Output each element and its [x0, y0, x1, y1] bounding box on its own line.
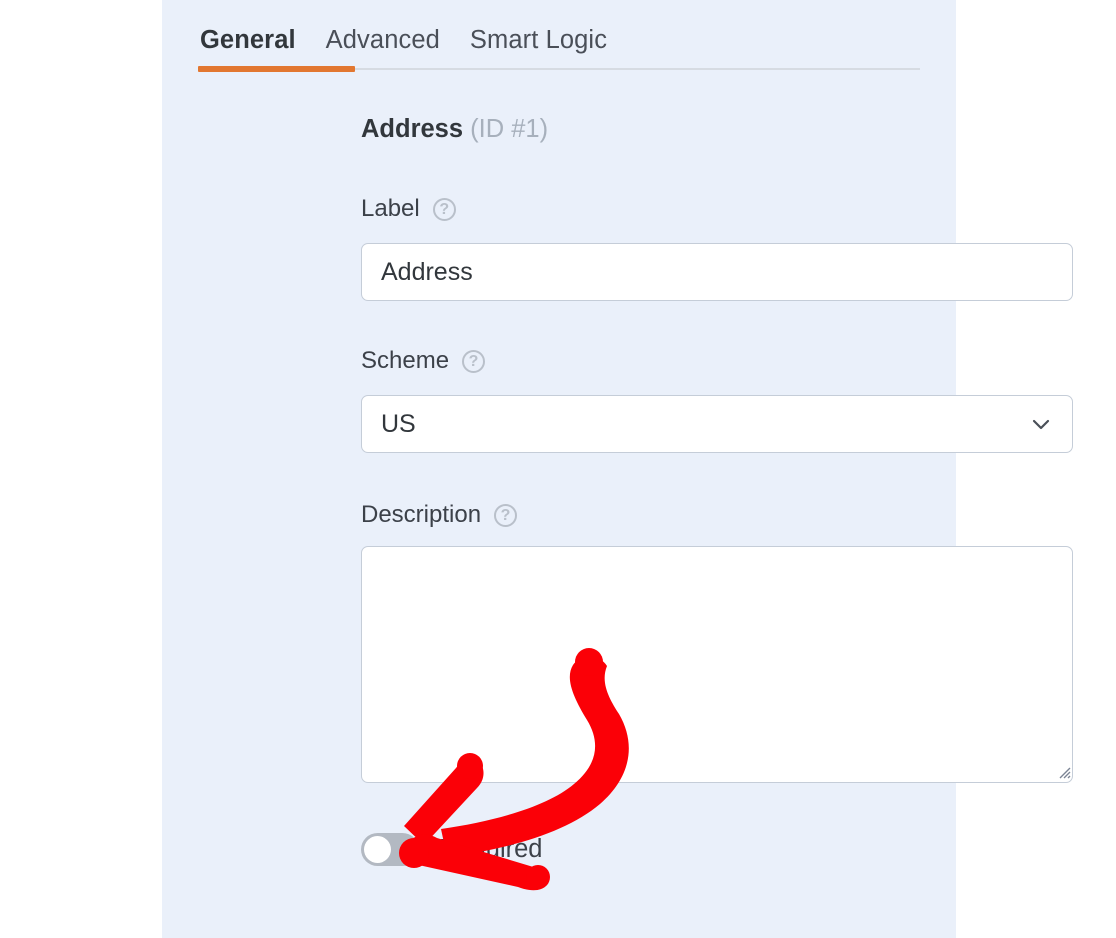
label-field-label-text: Label — [361, 195, 420, 222]
required-toggle-row: Required — [361, 833, 542, 866]
tab-active-indicator — [198, 66, 355, 72]
required-toggle[interactable] — [361, 833, 419, 866]
tab-smart-logic-label: Smart Logic — [469, 25, 608, 54]
help-icon[interactable]: ? — [494, 503, 518, 527]
scheme-field-label-text: Scheme — [361, 347, 450, 374]
help-icon[interactable]: ? — [462, 349, 486, 373]
required-toggle-label: Required — [439, 834, 543, 863]
tab-smart-logic[interactable]: Smart Logic — [469, 25, 608, 71]
chevron-down-icon — [1032, 419, 1050, 430]
field-options-panel: General Advanced Smart Logic Address (ID… — [162, 0, 1073, 938]
description-field-label-text: Description — [361, 501, 482, 528]
field-title-id: (ID #1) — [470, 115, 549, 143]
tab-general[interactable]: General — [200, 25, 296, 71]
help-icon[interactable]: ? — [432, 197, 456, 221]
field-title-name: Address — [361, 115, 464, 143]
tab-bar: General Advanced Smart Logic — [198, 0, 920, 70]
field-title: Address (ID #1) — [361, 115, 549, 143]
tab-advanced[interactable]: Advanced — [325, 25, 440, 71]
tab-advanced-label: Advanced — [325, 25, 440, 54]
scheme-field-label: Scheme ? — [361, 347, 486, 374]
scheme-select[interactable]: US — [361, 395, 1073, 453]
toggle-knob — [364, 836, 391, 863]
screenshot-root: General Advanced Smart Logic Address (ID… — [0, 0, 1116, 938]
description-field-label: Description ? — [361, 501, 518, 528]
label-input[interactable] — [361, 243, 1073, 301]
tab-general-label: General — [200, 25, 296, 54]
scheme-select-value: US — [381, 409, 416, 438]
description-textarea[interactable] — [361, 546, 1073, 783]
label-field-label: Label ? — [361, 197, 456, 221]
